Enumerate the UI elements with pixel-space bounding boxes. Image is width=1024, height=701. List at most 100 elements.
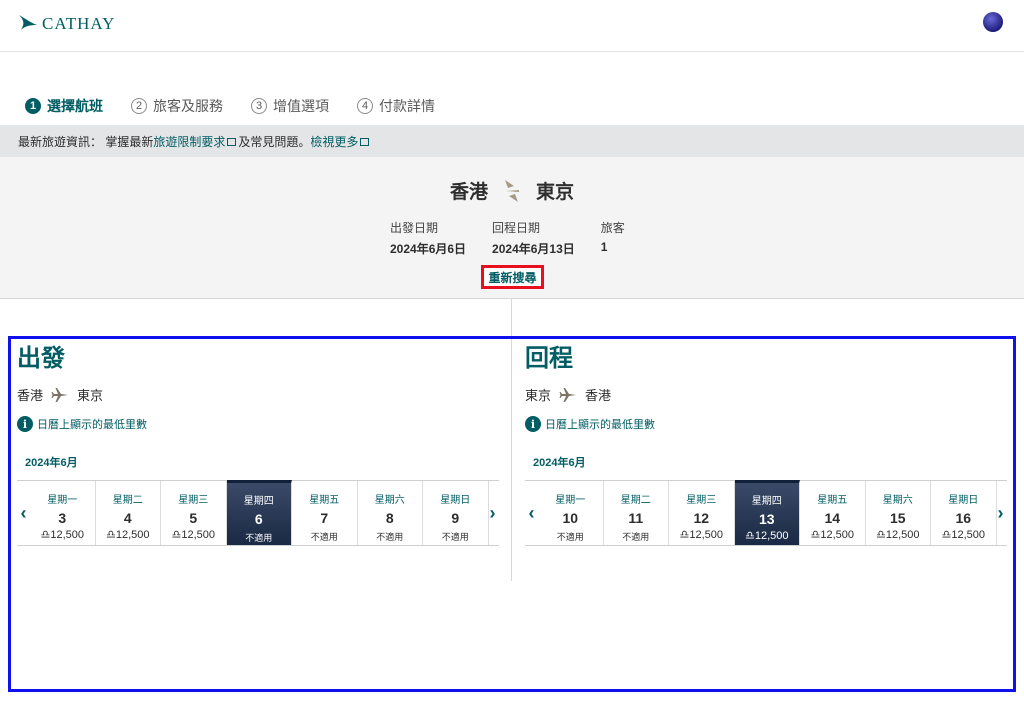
calendar-day[interactable]: 星期二 11 不適用 bbox=[604, 481, 669, 545]
inbound-note[interactable]: i 日曆上顯示的最低里數 bbox=[525, 416, 1007, 432]
logo-text: CATHAY bbox=[42, 14, 116, 33]
inbound-note-text: 日曆上顯示的最低里數 bbox=[545, 419, 655, 431]
cathay-logo[interactable]: CATHAY bbox=[18, 11, 115, 34]
calendar-day[interactable]: 星期三 12 ♎12,500 bbox=[669, 481, 735, 545]
day-name: 星期日 bbox=[440, 495, 471, 506]
panel-divider bbox=[511, 299, 512, 581]
view-more-link[interactable]: 檢視更多 bbox=[310, 133, 358, 150]
calendar-day[interactable]: 星期日 9 不適用 bbox=[423, 481, 489, 545]
day-number: 8 bbox=[385, 510, 394, 526]
inbound-panel: 回程 東京 香港 i 日曆上顯示的最低里數 2024年6月 ‹ 星期一 10 不適用… bbox=[525, 338, 1007, 546]
outbound-title: 出發 bbox=[17, 345, 65, 372]
calendar-day[interactable]: 星期日 16 ♎12,500 bbox=[931, 481, 997, 545]
depart-date: 出發日期 2024年6月6日 bbox=[390, 219, 466, 257]
step-label: 選擇航班 bbox=[47, 98, 103, 114]
chevron-right-icon[interactable]: › bbox=[486, 481, 499, 545]
passengers-value: 1 bbox=[600, 240, 608, 254]
day-number: 7 bbox=[320, 510, 329, 526]
day-name: 星期五 bbox=[817, 495, 848, 506]
outbound-note-text: 日曆上顯示的最低里數 bbox=[37, 419, 147, 431]
step-payment[interactable]: 4 付款詳情 bbox=[357, 96, 435, 116]
depart-date-label: 出發日期 bbox=[390, 221, 439, 235]
calendar-day[interactable]: 星期二 4 ♎12,500 bbox=[96, 481, 161, 545]
user-avatar[interactable] bbox=[983, 12, 1003, 32]
day-number: 3 bbox=[58, 510, 67, 526]
calendar-day[interactable]: 星期四 13 ♎12,500 bbox=[734, 480, 800, 545]
calendar-day[interactable]: 星期一 10 不適用 bbox=[538, 481, 604, 545]
airplane-icon bbox=[51, 387, 69, 402]
day-name: 星期一 bbox=[555, 495, 586, 506]
day-name: 星期四 bbox=[751, 496, 782, 507]
day-price: ♎12,500 bbox=[744, 530, 789, 542]
info-middle: 及常見問題。 bbox=[238, 134, 311, 149]
inbound-route: 東京 香港 bbox=[525, 385, 1007, 404]
calendar-day[interactable]: 星期四 6 不適用 bbox=[226, 480, 292, 545]
airplane-icon bbox=[559, 387, 577, 402]
day-number: 4 bbox=[123, 510, 132, 526]
outbound-to: 東京 bbox=[77, 388, 104, 403]
day-price: 不適用 bbox=[441, 532, 469, 542]
day-price: ♎12,500 bbox=[941, 529, 985, 541]
outbound-route: 香港 東京 bbox=[17, 385, 499, 404]
return-date-label: 回程日期 bbox=[492, 221, 541, 235]
day-name: 星期六 bbox=[882, 495, 913, 506]
day-name: 星期三 bbox=[178, 495, 209, 506]
travel-restrictions-link[interactable]: 旅遊限制要求 bbox=[153, 133, 225, 150]
search-summary: 香港 東京 出發日期 2024年6月6日 回程日期 2024年6月13日 旅客 … bbox=[0, 157, 1024, 299]
step-select-flight[interactable]: 1 選擇航班 bbox=[25, 96, 103, 116]
day-number: 11 bbox=[628, 510, 644, 526]
step-add-ons[interactable]: 3 增值選項 bbox=[251, 96, 329, 116]
step-passengers[interactable]: 2 旅客及服務 bbox=[131, 96, 223, 116]
step-label: 旅客及服務 bbox=[153, 98, 223, 114]
calendar-day[interactable]: 星期六 8 不適用 bbox=[358, 481, 423, 545]
day-price: ♎12,500 bbox=[810, 529, 854, 541]
calendar-day[interactable]: 星期五 7 不適用 bbox=[292, 481, 358, 545]
day-price: 不適用 bbox=[376, 532, 404, 542]
calendar-day[interactable]: 星期一 3 ♎12,500 bbox=[30, 481, 96, 545]
top-header: CATHAY bbox=[0, 0, 1024, 52]
day-number: 12 bbox=[693, 510, 710, 526]
day-name: 星期四 bbox=[243, 496, 274, 507]
day-price: 不適用 bbox=[245, 533, 273, 543]
step-number: 4 bbox=[357, 98, 373, 114]
outbound-month: 2024年6月 bbox=[25, 457, 78, 469]
day-name: 星期一 bbox=[47, 495, 78, 506]
day-name: 星期二 bbox=[112, 495, 143, 506]
step-number: 3 bbox=[251, 98, 267, 114]
calendar-day[interactable]: 星期五 14 ♎12,500 bbox=[800, 481, 866, 545]
inbound-to: 香港 bbox=[585, 388, 612, 403]
day-number: 10 bbox=[562, 510, 579, 526]
passengers: 旅客 1 bbox=[601, 219, 625, 257]
day-price: 不適用 bbox=[556, 532, 584, 542]
outbound-note[interactable]: i 日曆上顯示的最低里數 bbox=[17, 416, 499, 432]
day-number: 15 bbox=[889, 510, 906, 526]
inbound-title: 回程 bbox=[525, 345, 573, 372]
chevron-right-icon[interactable]: › bbox=[994, 481, 1007, 545]
day-number: 9 bbox=[451, 510, 460, 526]
modify-search-button[interactable]: 重新搜尋 bbox=[481, 265, 544, 289]
calendar-day[interactable]: 星期六 15 ♎12,500 bbox=[866, 481, 931, 545]
summary-destination: 東京 bbox=[536, 182, 575, 203]
day-number: 16 bbox=[955, 510, 972, 526]
day-number: 14 bbox=[824, 510, 841, 526]
chevron-left-icon[interactable]: ‹ bbox=[525, 481, 538, 545]
step-label: 付款詳情 bbox=[379, 98, 435, 114]
calendar-day[interactable]: 星期三 5 ♎12,500 bbox=[161, 481, 227, 545]
day-name: 星期三 bbox=[686, 495, 717, 506]
return-date-value: 2024年6月13日 bbox=[492, 242, 575, 256]
inbound-calendar: ‹ 星期一 10 不適用 星期二 11 不適用 星期三 12 ♎12,500 星期四 13 ♎12,5… bbox=[525, 480, 1007, 546]
step-number: 2 bbox=[131, 98, 147, 114]
chevron-left-icon[interactable]: ‹ bbox=[17, 481, 30, 545]
trip-details: 出發日期 2024年6月6日 回程日期 2024年6月13日 旅客 1 bbox=[390, 219, 651, 257]
info-icon: i bbox=[525, 416, 541, 432]
summary-route: 香港 東京 bbox=[0, 177, 1024, 204]
depart-date-value: 2024年6月6日 bbox=[390, 242, 467, 256]
day-price: 不適用 bbox=[310, 532, 338, 542]
day-price: ♎12,500 bbox=[171, 529, 215, 541]
day-number: 13 bbox=[758, 511, 775, 527]
day-price: 不適用 bbox=[622, 532, 650, 542]
round-trip-icon bbox=[505, 179, 519, 202]
step-label: 增值選項 bbox=[273, 98, 329, 114]
passengers-label: 旅客 bbox=[600, 221, 625, 235]
travel-info-bar: 最新旅遊資訊： 掌握最新 旅遊限制要求 及常見問題。 檢視更多 bbox=[0, 125, 1024, 157]
